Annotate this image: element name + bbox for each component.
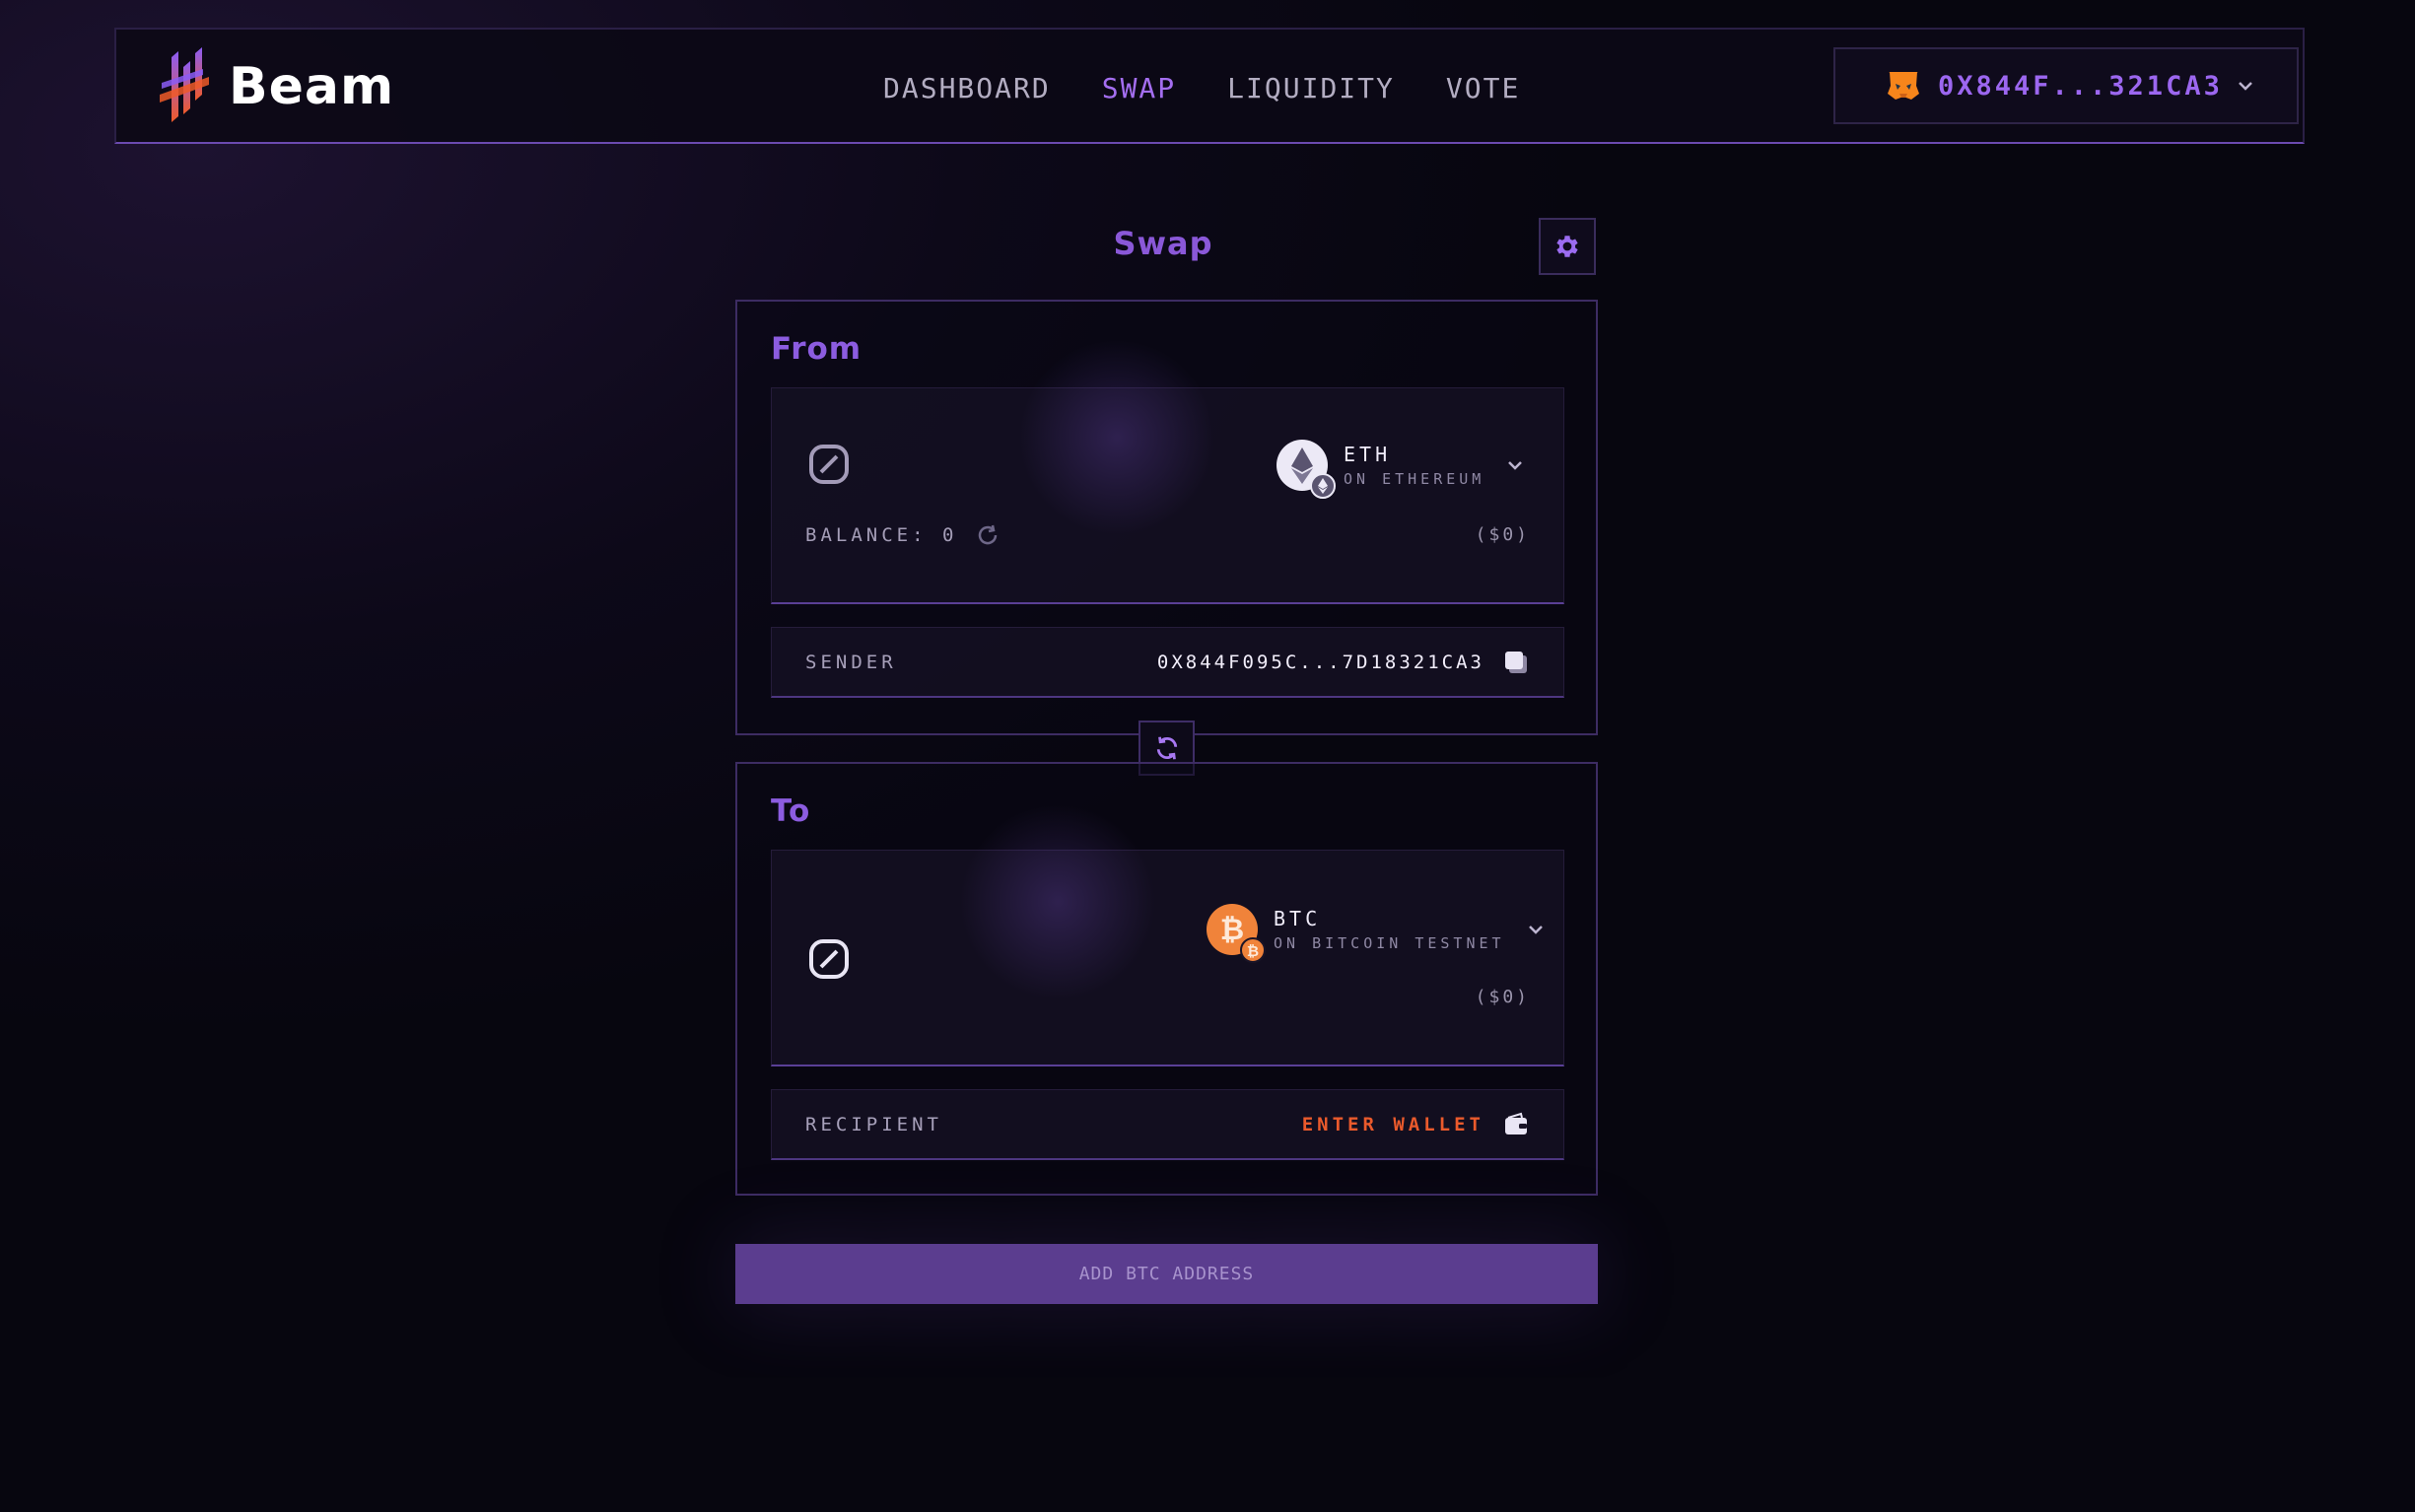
bitcoin-network-badge-icon: ₿ bbox=[1240, 937, 1266, 963]
from-token-network: ON ETHEREUM bbox=[1344, 470, 1485, 488]
add-btc-address-button[interactable]: ADD BTC ADDRESS bbox=[735, 1244, 1598, 1304]
nav-dashboard[interactable]: DASHBOARD bbox=[883, 72, 1051, 104]
sender-label: SENDER bbox=[805, 651, 897, 673]
chevron-down-icon bbox=[2238, 82, 2252, 91]
refresh-icon[interactable] bbox=[975, 522, 1000, 548]
from-token-symbol: ETH bbox=[1344, 443, 1392, 466]
token-glow bbox=[1018, 339, 1215, 536]
svg-text:₿: ₿ bbox=[1247, 942, 1259, 960]
from-panel: From ETH ON ETHEREUM ($0) BALANCE: 0 SEN… bbox=[735, 300, 1598, 735]
wallet-button[interactable]: 0X844F...321CA3 bbox=[1833, 47, 2299, 124]
recipient-label: RECIPIENT bbox=[805, 1113, 942, 1135]
sender-row: SENDER 0X844F095C...7D18321CA3 bbox=[771, 627, 1564, 698]
ethereum-icon bbox=[1276, 440, 1336, 499]
metamask-fox-icon bbox=[1888, 72, 1919, 100]
swap-title: Swap bbox=[1113, 225, 1213, 262]
wallet-address: 0X844F...321CA3 bbox=[1938, 70, 2223, 102]
gear-icon bbox=[1556, 236, 1578, 257]
brand-name: Beam bbox=[229, 57, 395, 116]
wallet-icon[interactable] bbox=[1502, 1111, 1530, 1138]
ethereum-network-badge-icon bbox=[1310, 473, 1336, 499]
token-glow bbox=[959, 803, 1156, 1000]
brand-logo[interactable]: Beam bbox=[154, 47, 394, 126]
from-balance: BALANCE: 0 bbox=[805, 522, 1000, 548]
to-token-selector[interactable]: ₿ ₿ BTC ON BITCOIN TESTNET bbox=[1207, 904, 1547, 963]
bitcoin-icon: ₿ ₿ bbox=[1207, 904, 1266, 963]
recipient-row: RECIPIENT ENTER WALLET bbox=[771, 1089, 1564, 1160]
enter-wallet-link[interactable]: ENTER WALLET bbox=[1302, 1114, 1484, 1135]
to-token-box: ₿ ₿ BTC ON BITCOIN TESTNET ($0) bbox=[771, 803, 1564, 1066]
swap-arrows-icon bbox=[1156, 736, 1177, 760]
from-usd-value: ($0) bbox=[1475, 524, 1530, 545]
to-label: To bbox=[771, 793, 811, 829]
empty-amount-icon[interactable] bbox=[807, 937, 851, 981]
balance-text: BALANCE: 0 bbox=[805, 524, 958, 546]
from-token-selector[interactable]: ETH ON ETHEREUM bbox=[1276, 440, 1526, 499]
beam-logo-icon bbox=[160, 47, 209, 122]
main-nav: DASHBOARD SWAP LIQUIDITY VOTE bbox=[883, 30, 1571, 146]
sender-address: 0X844F095C...7D18321CA3 bbox=[1156, 651, 1484, 673]
from-token-box: ETH ON ETHEREUM ($0) BALANCE: 0 bbox=[771, 339, 1564, 604]
nav-swap[interactable]: SWAP bbox=[1102, 72, 1176, 104]
empty-amount-icon[interactable] bbox=[807, 443, 851, 486]
to-usd-value: ($0) bbox=[1475, 987, 1530, 1007]
to-token-symbol: BTC bbox=[1274, 907, 1322, 930]
top-navigation-bar: Beam DASHBOARD SWAP LIQUIDITY VOTE 0X844… bbox=[114, 28, 2305, 144]
copy-icon[interactable] bbox=[1502, 649, 1530, 676]
settings-button[interactable] bbox=[1539, 218, 1596, 275]
nav-liquidity[interactable]: LIQUIDITY bbox=[1227, 72, 1395, 104]
chevron-down-icon bbox=[1528, 926, 1543, 934]
from-label: From bbox=[771, 331, 862, 367]
nav-vote[interactable]: VOTE bbox=[1446, 72, 1520, 104]
to-panel: To ₿ ₿ BTC ON BITCOIN TESTNET ($0) RECIP… bbox=[735, 762, 1598, 1196]
to-token-network: ON BITCOIN TESTNET bbox=[1274, 934, 1505, 952]
chevron-down-icon bbox=[1508, 461, 1523, 470]
